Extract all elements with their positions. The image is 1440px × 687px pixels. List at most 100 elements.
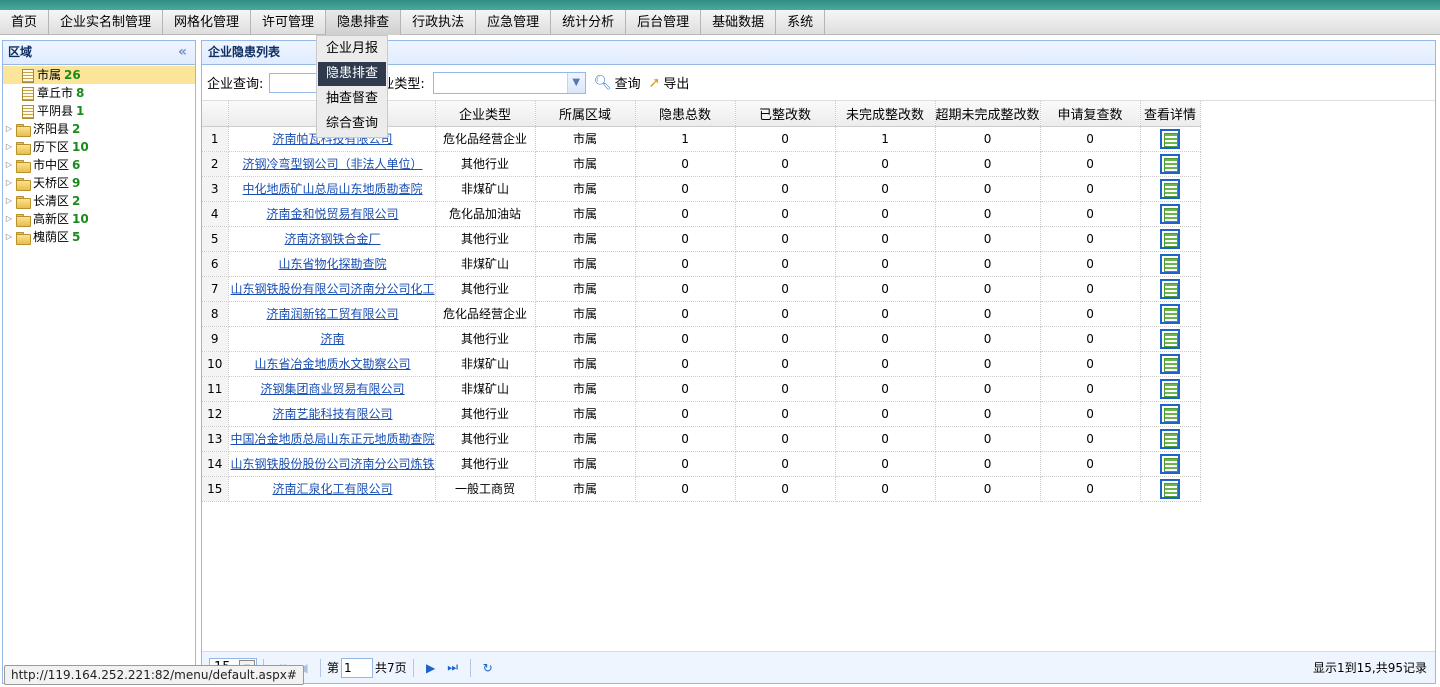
company-name-link[interactable]: 济南 bbox=[321, 332, 345, 346]
column-header-4[interactable]: 已整改数 bbox=[735, 101, 836, 127]
submenu-item-1[interactable]: 隐患排查 bbox=[318, 62, 386, 86]
tree-node[interactable]: ▷ 槐荫区 5 bbox=[3, 228, 195, 246]
refresh-icon[interactable]: ↻ bbox=[477, 661, 499, 675]
view-detail-icon[interactable] bbox=[1160, 153, 1181, 174]
menu-item-1[interactable]: 企业实名制管理 bbox=[49, 10, 164, 35]
tree-node[interactable]: ▷ 济阳县 2 bbox=[3, 120, 195, 138]
expand-arrow-icon[interactable]: ▷ bbox=[3, 210, 15, 228]
view-detail-icon[interactable] bbox=[1160, 178, 1181, 199]
row-number: 4 bbox=[202, 201, 229, 227]
menu-item-7[interactable]: 统计分析 bbox=[551, 10, 627, 35]
query-button[interactable]: 🔍︎ 查询 bbox=[594, 73, 641, 93]
company-name-link[interactable]: 济南济钢铁合金厂 bbox=[285, 232, 381, 246]
cell-region: 市属 bbox=[535, 476, 636, 502]
company-name-link[interactable]: 济南汇泉化工有限公司 bbox=[273, 482, 393, 496]
tree-node[interactable]: 章丘市 8 bbox=[3, 84, 195, 102]
company-type-select[interactable]: ▼ bbox=[432, 71, 586, 94]
column-header-6[interactable]: 超期未完成整改数 bbox=[935, 101, 1041, 127]
column-header-8[interactable]: 查看详情 bbox=[1140, 101, 1201, 127]
submenu-item-2[interactable]: 抽查督查 bbox=[318, 87, 386, 111]
cell-done: 0 bbox=[735, 126, 836, 152]
column-header-3[interactable]: 隐患总数 bbox=[635, 101, 736, 127]
view-detail-icon[interactable] bbox=[1160, 228, 1181, 249]
file-icon bbox=[19, 104, 35, 119]
view-detail-icon[interactable] bbox=[1160, 353, 1181, 374]
last-page-icon[interactable]: ⏭ bbox=[442, 660, 464, 675]
menu-item-6[interactable]: 应急管理 bbox=[476, 10, 552, 35]
cell-done: 0 bbox=[735, 201, 836, 227]
company-name-cell: 济南金和悦贸易有限公司 bbox=[228, 201, 436, 227]
folder-icon bbox=[15, 230, 31, 245]
menu-item-4[interactable]: 隐患排查 bbox=[326, 10, 402, 35]
tree-node[interactable]: 市属 26 bbox=[3, 66, 195, 84]
expand-arrow-icon[interactable]: ▷ bbox=[3, 174, 15, 192]
cell-undone: 0 bbox=[835, 301, 936, 327]
tree-node[interactable]: ▷ 高新区 10 bbox=[3, 210, 195, 228]
tree-node[interactable]: ▷ 长清区 2 bbox=[3, 192, 195, 210]
cell-total: 0 bbox=[635, 326, 736, 352]
chevron-down-icon[interactable]: ▼ bbox=[566, 72, 585, 93]
menu-item-9[interactable]: 基础数据 bbox=[701, 10, 777, 35]
expand-arrow-icon[interactable]: ▷ bbox=[3, 120, 15, 138]
cell-region: 市属 bbox=[535, 451, 636, 477]
tree-node[interactable]: ▷ 历下区 10 bbox=[3, 138, 195, 156]
view-detail-icon[interactable] bbox=[1160, 278, 1181, 299]
company-name-link[interactable]: 山东省物化探勘查院 bbox=[279, 257, 387, 271]
view-detail-icon[interactable] bbox=[1160, 453, 1181, 474]
pager-record-info: 显示1到15,共95记录 bbox=[1313, 661, 1427, 675]
company-name-link[interactable]: 山东钢铁股份有限公司济南分公司化工 bbox=[231, 282, 435, 296]
cell-done: 0 bbox=[735, 151, 836, 177]
expand-arrow-icon[interactable]: ▷ bbox=[3, 138, 15, 156]
expand-arrow-icon[interactable]: ▷ bbox=[3, 156, 15, 174]
export-button[interactable]: ➚ 导出 bbox=[649, 73, 690, 93]
expand-arrow-icon[interactable]: ▷ bbox=[3, 228, 15, 246]
menu-item-0[interactable]: 首页 bbox=[0, 10, 50, 35]
detail-cell bbox=[1140, 351, 1201, 377]
view-detail-icon[interactable] bbox=[1160, 253, 1181, 274]
tree-node[interactable]: ▷ 市中区 6 bbox=[3, 156, 195, 174]
tree-node-count: 8 bbox=[76, 86, 85, 100]
tree-node[interactable]: ▷ 天桥区 9 bbox=[3, 174, 195, 192]
view-detail-icon[interactable] bbox=[1160, 203, 1181, 224]
company-name-link[interactable]: 济钢集团商业贸易有限公司 bbox=[261, 382, 405, 396]
detail-cell bbox=[1140, 226, 1201, 252]
view-detail-icon[interactable] bbox=[1160, 303, 1181, 324]
menu-item-5[interactable]: 行政执法 bbox=[401, 10, 477, 35]
company-name-link[interactable]: 济南金和悦贸易有限公司 bbox=[267, 207, 399, 221]
company-name-link[interactable]: 中化地质矿山总局山东地质勘查院 bbox=[243, 182, 423, 196]
cell-undone: 0 bbox=[835, 451, 936, 477]
submenu-item-3[interactable]: 综合查询 bbox=[318, 112, 386, 136]
page-number-input[interactable]: 1 bbox=[341, 657, 374, 678]
menu-item-8[interactable]: 后台管理 bbox=[626, 10, 702, 35]
company-name-link[interactable]: 山东钢铁股份股份公司济南分公司炼铁 bbox=[231, 457, 435, 471]
detail-cell bbox=[1140, 476, 1201, 502]
column-header-5[interactable]: 未完成整改数 bbox=[835, 101, 936, 127]
column-header-2[interactable]: 所属区域 bbox=[535, 101, 636, 127]
company-name-link[interactable]: 济南艺能科技有限公司 bbox=[273, 407, 393, 421]
company-name-cell: 济钢冷弯型钢公司（非法人单位） bbox=[228, 151, 436, 177]
tree-node-label: 平阴县 bbox=[37, 104, 74, 118]
view-detail-icon[interactable] bbox=[1160, 478, 1181, 499]
menu-item-2[interactable]: 网格化管理 bbox=[163, 10, 252, 35]
company-name-link[interactable]: 中国冶金地质总局山东正元地质勘查院 bbox=[231, 432, 435, 446]
company-name-link[interactable]: 济钢冷弯型钢公司（非法人单位） bbox=[243, 157, 423, 171]
next-page-icon[interactable]: ▶ bbox=[420, 661, 442, 675]
tree-node[interactable]: 平阴县 1 bbox=[3, 102, 195, 120]
collapse-left-icon[interactable]: « bbox=[178, 41, 187, 64]
cell-type: 一般工商贸 bbox=[435, 476, 536, 502]
company-name-link[interactable]: 山东省冶金地质水文勘察公司 bbox=[255, 357, 411, 371]
view-detail-icon[interactable] bbox=[1160, 378, 1181, 399]
company-name-link[interactable]: 济南润新铭工贸有限公司 bbox=[267, 307, 399, 321]
expand-arrow-icon[interactable]: ▷ bbox=[3, 192, 15, 210]
menu-item-3[interactable]: 许可管理 bbox=[251, 10, 327, 35]
view-detail-icon[interactable] bbox=[1160, 428, 1181, 449]
menu-item-10[interactable]: 系统 bbox=[776, 10, 826, 35]
column-header-7[interactable]: 申请复查数 bbox=[1040, 101, 1141, 127]
submenu-item-0[interactable]: 企业月报 bbox=[318, 37, 386, 61]
column-header-1[interactable]: 企业类型 bbox=[435, 101, 536, 127]
cell-region: 市属 bbox=[535, 126, 636, 152]
view-detail-icon[interactable] bbox=[1160, 328, 1181, 349]
tree-node-label: 天桥区 bbox=[33, 176, 70, 190]
view-detail-icon[interactable] bbox=[1160, 128, 1181, 149]
view-detail-icon[interactable] bbox=[1160, 403, 1181, 424]
